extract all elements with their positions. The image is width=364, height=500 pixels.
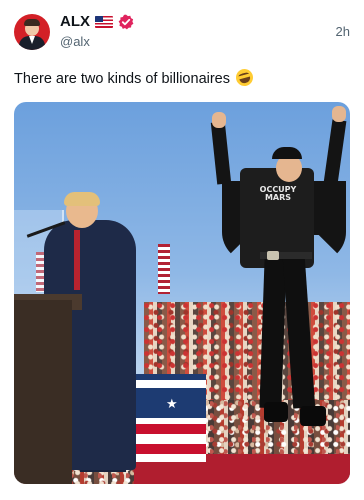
us-flag-icon — [95, 15, 113, 28]
display-name[interactable]: ALX — [60, 13, 90, 30]
rolling-on-floor-laughing-emoji-icon — [234, 67, 255, 88]
tweet-photo[interactable]: ★ ★ ★ OCCUPY MARS — [14, 102, 350, 484]
jumper-hand-right — [332, 106, 346, 122]
timestamp[interactable]: 2h — [336, 24, 350, 39]
speaker-hair — [64, 192, 100, 206]
avatar[interactable] — [14, 14, 50, 50]
jumper-boot-left — [264, 402, 288, 422]
tweet-text: There are two kinds of billionaires — [14, 67, 255, 88]
name-row: ALX — [60, 13, 134, 30]
background-flag — [158, 244, 170, 294]
jumper-boot-right — [300, 406, 326, 426]
speaker-tie — [74, 230, 80, 290]
belt-buckle — [267, 251, 279, 260]
jumper-arm-left — [210, 121, 232, 185]
handle[interactable]: @alx — [60, 34, 90, 49]
tweet-header: ALX @alx 2h — [14, 12, 350, 52]
tweet-body: There are two kinds of billionaires — [14, 71, 230, 87]
avatar-hair — [24, 19, 40, 26]
jumper-arm-right — [323, 119, 347, 185]
verified-badge-icon[interactable] — [118, 14, 134, 30]
jumper-cap — [272, 147, 302, 159]
shirt-print: OCCUPY MARS — [259, 185, 297, 202]
podium — [14, 300, 72, 484]
jumper-hand-left — [212, 112, 226, 128]
